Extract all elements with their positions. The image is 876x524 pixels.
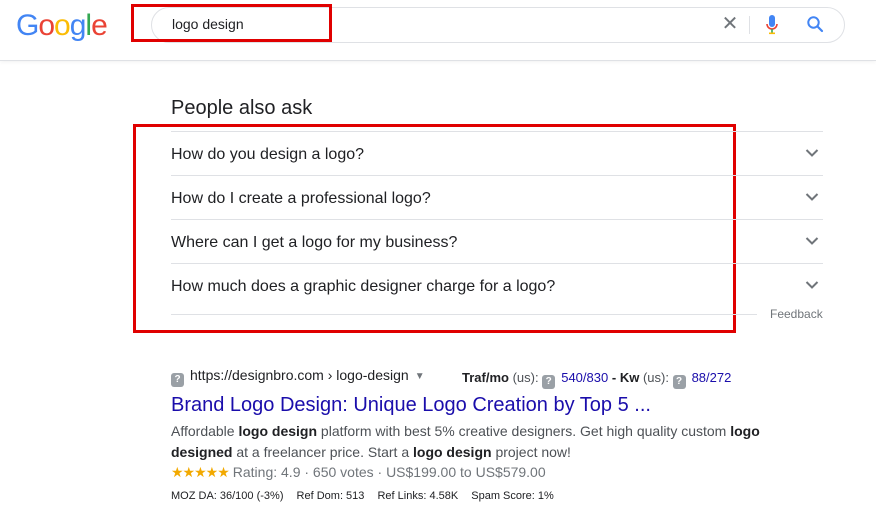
snippet-keyword: logo design [238,423,318,439]
star-rating-icon: ★★★★★ [171,464,230,480]
question-badge-icon[interactable]: ? [672,375,686,389]
rating-row: ★★★★★ Rating: 4.9 · 650 votes · US$199.00… [171,464,546,481]
google-logo[interactable]: Google [16,9,108,43]
snippet-text: at a freelancer price. Start a [232,444,413,460]
spam-score: Spam Score: 1% [471,490,554,502]
question-text: How do I create a professional logo? [171,190,431,207]
feedback-link[interactable]: Feedback [770,307,823,321]
logo-letter: o [54,9,71,42]
chevron-down-icon[interactable] [805,192,819,202]
moz-da: MOZ DA: 36/100 (-3%) [171,490,284,502]
annotation-box-search [131,4,332,42]
logo-letter: G [16,9,39,42]
question-text: How do you design a logo? [171,146,365,163]
snippet-text: platform with best 5% creative designers… [317,423,731,439]
traffic-region: (us): [512,370,539,385]
seo-metrics: Traf/mo (us): ? 540/830 - Kw (us): ? 88/27… [462,370,731,389]
result-url-row: ? https://designbro.com › logo-design ▼ [171,367,425,387]
close-icon[interactable]: ✕ [720,14,740,34]
ref-dom: Ref Dom: 513 [296,490,365,502]
keyword-region: (us): [642,370,669,385]
keyword-value[interactable]: 88/272 [692,370,732,385]
moz-metrics-row: MOZ DA: 36/100 (-3%) Ref Dom: 513 Ref Li… [171,490,564,502]
question-text: How much does a graphic designer charge … [171,278,556,295]
question-item[interactable]: Where can I get a logo for my business? [171,219,823,263]
logo-letter: e [91,9,108,42]
logo-letter: o [38,9,55,42]
logo-letter: g [69,9,87,42]
question-item[interactable]: How do you design a logo? [171,131,823,175]
rating-text: Rating: 4.9 · 650 votes · US$199.00 to U… [232,464,546,480]
question-item[interactable]: How much does a graphic designer charge … [171,263,823,307]
search-divider [749,16,750,34]
chevron-down-icon[interactable] [805,280,819,290]
result-title-link[interactable]: Brand Logo Design: Unique Logo Creation … [171,394,651,417]
metric-dash: - [611,370,617,385]
question-text: Where can I get a logo for my business? [171,234,458,251]
caret-down-icon[interactable]: ▼ [415,371,425,382]
chevron-down-icon[interactable] [805,148,819,158]
microphone-icon[interactable] [765,15,779,35]
snippet-keyword: logo design [413,444,492,460]
chevron-down-icon[interactable] [805,236,819,246]
keyword-label: Kw [619,370,640,385]
people-also-ask-list: How do you design a logo? How do I creat… [171,131,823,307]
snippet-text: project now! [491,444,571,460]
result-snippet: Affordable logo design platform with bes… [171,421,781,463]
question-badge-icon[interactable]: ? [171,373,184,387]
ref-links: Ref Links: 4.58K [377,490,459,502]
traffic-label: Traf/mo [462,370,509,385]
question-badge-icon[interactable]: ? [542,375,556,389]
question-item[interactable]: How do I create a professional logo? [171,175,823,219]
people-also-ask-title: People also ask [171,97,313,119]
result-url[interactable]: https://designbro.com › logo-design [190,367,409,383]
search-icon[interactable] [806,15,824,33]
traffic-value[interactable]: 540/830 [561,370,608,385]
snippet-text: Affordable [171,423,239,439]
questions-divider [171,314,757,315]
